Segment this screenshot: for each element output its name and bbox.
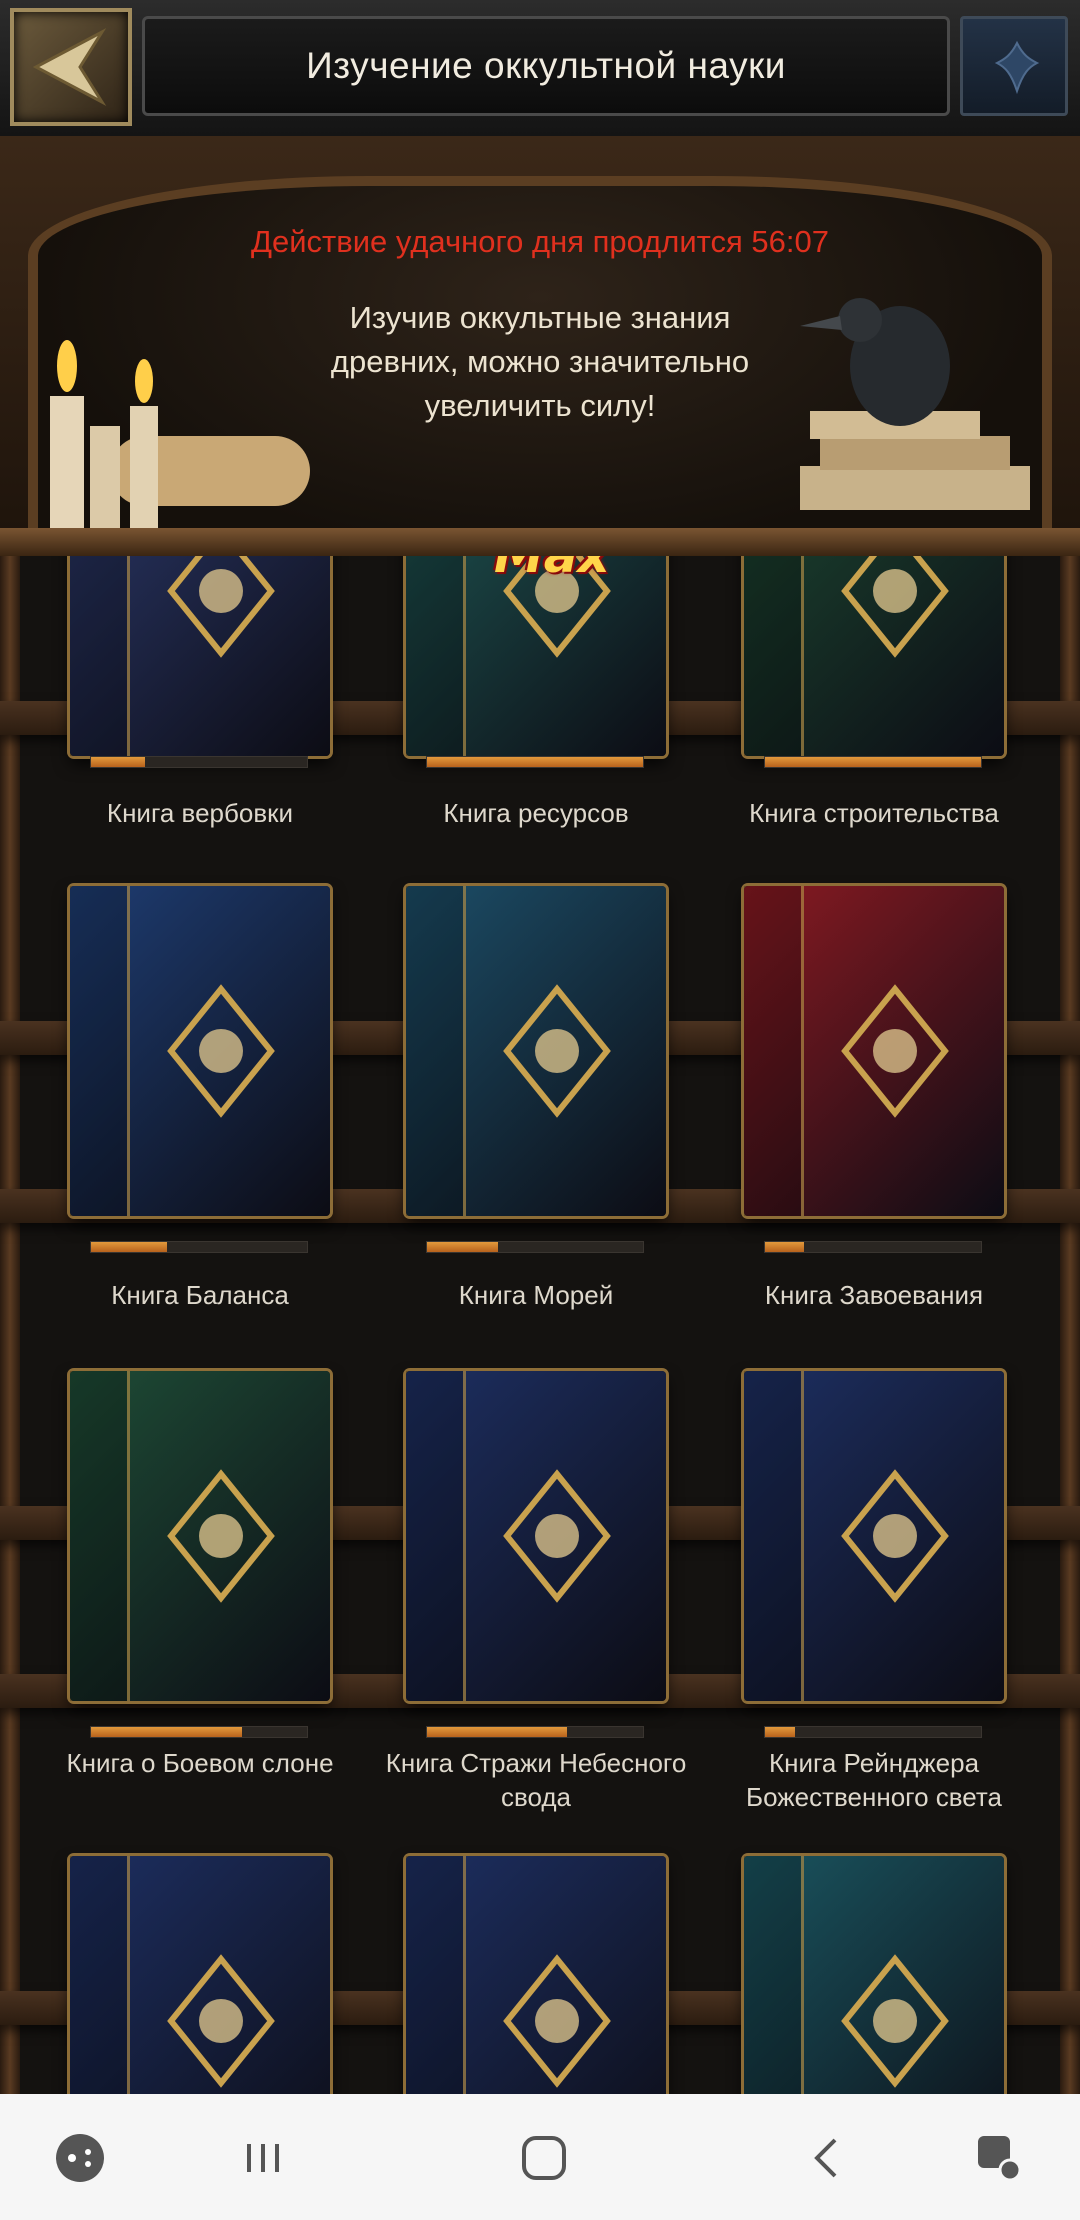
book-progress-fill: [427, 757, 643, 767]
book-progress-fill: [91, 757, 145, 767]
book-progress-fill: [765, 1727, 796, 1737]
book-emblem-icon: [817, 1929, 973, 2094]
book-cover[interactable]: [70, 556, 330, 756]
book-emblem-icon: [817, 556, 973, 683]
raven-books-icon: [800, 298, 1030, 510]
book-progress-bar: [90, 1726, 308, 1738]
book-cover[interactable]: [406, 886, 666, 1216]
fleur-emblem-icon: [994, 40, 1040, 95]
book-progress-fill: [427, 1242, 499, 1252]
book-spine: [744, 1371, 805, 1701]
book-grid: Книга вербовки Max Книга ресурсов Книга стр…: [0, 556, 1080, 2094]
book-progress-bar: [764, 1241, 982, 1253]
back-arrow-icon: [32, 28, 107, 106]
book-progress-fill: [91, 1727, 243, 1737]
book-spine: [406, 1856, 467, 2094]
book-label: Книга строительства: [749, 798, 999, 828]
assistive-touch-icon[interactable]: [970, 2128, 1030, 2188]
book-spine: [406, 886, 467, 1216]
book-progress-bar: [426, 756, 644, 768]
book-label: Книга ресурсов: [443, 798, 629, 828]
book-spine: [70, 1856, 131, 2094]
book-cover[interactable]: [70, 1371, 330, 1701]
book-label: Книга Баланса: [111, 1280, 289, 1310]
recent-apps-icon[interactable]: [233, 2128, 293, 2188]
book-emblem-icon: [479, 959, 635, 1144]
book-emblem-icon: [817, 959, 973, 1144]
book-emblem-icon: [479, 1444, 635, 1629]
info-banner: Действие удачного дня продлится 56:07 Из…: [0, 136, 1080, 556]
book-spine: [744, 886, 805, 1216]
book-cover[interactable]: Max: [406, 556, 666, 756]
book-progress-fill: [765, 757, 981, 767]
book-cover[interactable]: [744, 1371, 1004, 1701]
shelf-post-right: [1060, 556, 1080, 2094]
book-spine: [70, 1371, 131, 1701]
book-progress-fill: [427, 1727, 568, 1737]
system-nav-bar: [0, 2094, 1080, 2220]
book-emblem-icon: [143, 1929, 299, 2094]
book-cover[interactable]: [406, 1856, 666, 2094]
book-label: Книга Завоевания: [764, 1280, 984, 1310]
book-progress-fill: [91, 1242, 167, 1252]
book-progress-bar: [90, 1241, 308, 1253]
book-progress-fill: [765, 1242, 804, 1252]
book-progress-bar: [426, 1241, 644, 1253]
shelf-post-left: [0, 556, 20, 2094]
book-cover[interactable]: [744, 886, 1004, 1216]
page-title: Изучение оккультной науки: [306, 45, 786, 86]
book-spine: [70, 556, 131, 756]
max-badge: Max: [494, 556, 610, 584]
book-label: Книга о Боевом слоне: [66, 1748, 334, 1778]
title-frame: Изучение оккультной науки: [142, 16, 950, 116]
book-emblem-icon: [817, 1444, 973, 1629]
book-emblem-icon: [479, 1929, 635, 2094]
banner-description: Изучив оккультные знания древних, можно …: [330, 300, 750, 423]
book-spine: [744, 556, 805, 756]
lucky-day-timer: Действие удачного дня продлится 56:07: [250, 224, 829, 259]
book-emblem-icon: [143, 1444, 299, 1629]
book-label: Книга Рейнджера Божественного света: [746, 1748, 1002, 1812]
corner-emblem-button[interactable]: [960, 16, 1068, 116]
book-spine: [406, 556, 467, 756]
book-cover[interactable]: [744, 1856, 1004, 2094]
book-cover[interactable]: [70, 886, 330, 1216]
book-cover[interactable]: [744, 556, 1004, 756]
book-spine: [744, 1856, 805, 2094]
book-label: Книга Стражи Небесного свода: [385, 1748, 687, 1812]
back-button[interactable]: [10, 8, 132, 126]
book-label: Книга вербовки: [106, 798, 294, 828]
book-emblem-icon: [143, 959, 299, 1144]
back-icon[interactable]: [797, 2128, 857, 2188]
book-progress-bar: [90, 756, 308, 768]
top-bar: Изучение оккультной науки: [0, 0, 1080, 139]
banner-shelf: [0, 528, 1080, 556]
book-progress-bar: [764, 1726, 982, 1738]
game-tools-icon[interactable]: [50, 2128, 110, 2188]
book-cover[interactable]: [406, 1371, 666, 1701]
book-label: Книга Морей: [458, 1280, 614, 1310]
book-progress-bar: [764, 756, 982, 768]
book-cover[interactable]: [70, 1856, 330, 2094]
home-icon[interactable]: [514, 2128, 574, 2188]
candles-scroll-icon: [50, 340, 310, 536]
book-progress-bar: [426, 1726, 644, 1738]
book-spine: [70, 886, 131, 1216]
book-emblem-icon: [143, 556, 299, 683]
book-spine: [406, 1371, 467, 1701]
